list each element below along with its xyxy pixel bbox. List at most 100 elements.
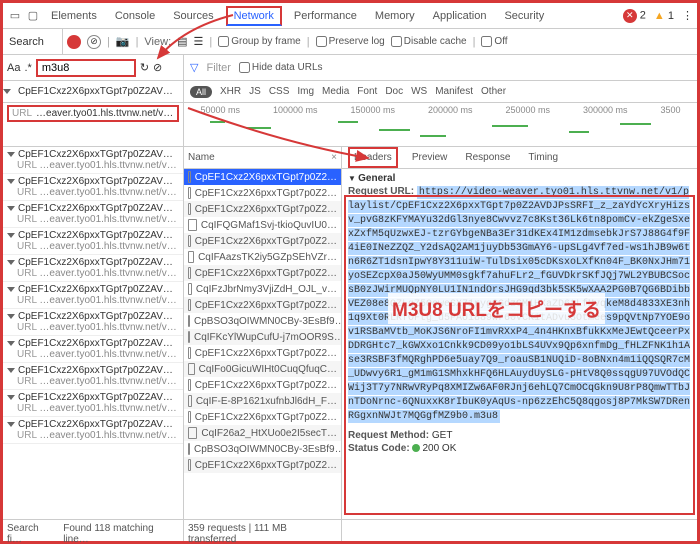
- tab-application[interactable]: Application: [425, 6, 495, 26]
- waterfall-row: URL…eaver.tyo01.hls.ttvnw.net/v… 50000 m…: [3, 103, 697, 147]
- request-row[interactable]: CpEF1Cxz2X6pxxTGpt7p0Z2…: [184, 265, 341, 281]
- search-result-item[interactable]: CpEF1Cxz2X6pxxTGpt7p0Z2AVDJP……eaver.tyo0…: [3, 309, 183, 336]
- request-row[interactable]: CpEF1Cxz2X6pxxTGpt7p0Z2…: [184, 201, 341, 217]
- filter-doc[interactable]: Doc: [385, 86, 403, 98]
- close-panel-icon[interactable]: ×: [331, 152, 337, 163]
- detail-tab-headers[interactable]: Headers: [348, 147, 398, 168]
- tab-console[interactable]: Console: [107, 6, 163, 26]
- clear-search-icon[interactable]: ⊘: [153, 61, 162, 74]
- request-row[interactable]: CqIF-E-8P1621xufnbJl6dH_F…: [184, 393, 341, 409]
- clear-button[interactable]: ⊘: [87, 35, 101, 49]
- camera-icon[interactable]: 📷: [116, 35, 130, 48]
- search-result-title[interactable]: CpEF1Cxz2X6pxxTGpt7p0Z2AVDJP…: [14, 86, 183, 97]
- request-row[interactable]: CpEF1Cxz2X6pxxTGpt7p0Z2…: [184, 297, 341, 313]
- search-results-panel: CpEF1Cxz2X6pxxTGpt7p0Z2AVDJP……eaver.tyo0…: [3, 147, 184, 519]
- search-result-item[interactable]: CpEF1Cxz2X6pxxTGpt7p0Z2AVDJP……eaver.tyo0…: [3, 174, 183, 201]
- detail-tab-preview[interactable]: Preview: [408, 149, 452, 166]
- more-icon[interactable]: ⋮: [682, 9, 693, 22]
- file-icon: [188, 347, 191, 359]
- search-result-item[interactable]: CpEF1Cxz2X6pxxTGpt7p0Z2AVDJP……eaver.tyo0…: [3, 390, 183, 417]
- filter-xhr[interactable]: XHR: [220, 86, 241, 98]
- request-row[interactable]: CqIFo0GicuWIHt0CuqQfuqC…: [184, 361, 341, 377]
- request-row[interactable]: CqIFAazsTK2iy5GZpSEhVZr…: [184, 249, 341, 265]
- tab-sources[interactable]: Sources: [165, 6, 221, 26]
- filter-input[interactable]: Filter: [206, 62, 230, 74]
- group-by-frame-checkbox[interactable]: Group by frame: [218, 36, 300, 47]
- request-row[interactable]: CqIFzJbrNmy3VjiZdH_OJL_v…: [184, 281, 341, 297]
- filter-media[interactable]: Media: [322, 86, 349, 98]
- inspect-icon[interactable]: ▭: [7, 8, 23, 24]
- search-result-item[interactable]: CpEF1Cxz2X6pxxTGpt7p0Z2AVDJP……eaver.tyo0…: [3, 417, 183, 444]
- preserve-log-checkbox[interactable]: Preserve log: [316, 36, 385, 47]
- match-case[interactable]: Aa: [7, 62, 20, 74]
- details-panel: Headers Preview Response Timing General …: [342, 147, 697, 519]
- request-row[interactable]: CqIF26a2_HtXUo0e2I5secT…: [184, 425, 341, 441]
- error-badge[interactable]: ✕ 2: [623, 9, 646, 23]
- request-method-value: GET: [432, 430, 453, 441]
- status-requests: 359 requests: [188, 523, 246, 534]
- file-icon: [188, 395, 192, 407]
- filter-img[interactable]: Img: [297, 86, 314, 98]
- request-row[interactable]: CpEF1Cxz2X6pxxTGpt7p0Z2…: [184, 233, 341, 249]
- filter-manifest[interactable]: Manifest: [435, 86, 473, 98]
- tab-network[interactable]: Network: [226, 6, 282, 26]
- request-row[interactable]: CpBSO3qOIWMN0CBy-3EsBf9…: [184, 441, 341, 457]
- tab-memory[interactable]: Memory: [367, 6, 423, 26]
- status-code-label: Status Code:: [348, 443, 410, 454]
- search-result-item[interactable]: CpEF1Cxz2X6pxxTGpt7p0Z2AVDJP……eaver.tyo0…: [3, 363, 183, 390]
- filter-font[interactable]: Font: [357, 86, 377, 98]
- warning-badge[interactable]: ▲ 1: [654, 10, 674, 22]
- view-small-icon[interactable]: ☰: [194, 35, 204, 48]
- filter-other[interactable]: Other: [481, 86, 506, 98]
- request-row[interactable]: CpBSO3qOIWMN0CBy-3EsBf9…: [184, 313, 341, 329]
- hide-data-urls[interactable]: Hide data URLs: [239, 62, 323, 73]
- filter-icon[interactable]: ▽: [190, 61, 198, 74]
- refresh-icon[interactable]: ↻: [140, 61, 149, 74]
- device-icon[interactable]: ▢: [25, 8, 41, 24]
- search-result-item[interactable]: CpEF1Cxz2X6pxxTGpt7p0Z2AVDJP……eaver.tyo0…: [3, 282, 183, 309]
- detail-tab-timing[interactable]: Timing: [524, 149, 562, 166]
- tab-performance[interactable]: Performance: [286, 6, 365, 26]
- filter-all[interactable]: All: [190, 86, 212, 98]
- waterfall-overview[interactable]: 50000 ms100000 ms150000 ms200000 ms25000…: [184, 103, 697, 146]
- search-result-item[interactable]: CpEF1Cxz2X6pxxTGpt7p0Z2AVDJP……eaver.tyo0…: [3, 147, 183, 174]
- file-icon: [188, 171, 191, 183]
- status-search: Search fi…: [7, 523, 55, 538]
- file-icon: [188, 331, 190, 343]
- search-result-item[interactable]: CpEF1Cxz2X6pxxTGpt7p0Z2AVDJP……eaver.tyo0…: [3, 255, 183, 282]
- request-row[interactable]: CqIFQGMaf1Svj-tkioQuvIU0…: [184, 217, 341, 233]
- request-row[interactable]: CpEF1Cxz2X6pxxTGpt7p0Z2…: [184, 345, 341, 361]
- search-input[interactable]: [36, 59, 136, 77]
- offline-checkbox[interactable]: Off: [481, 36, 507, 47]
- search-result-item[interactable]: CpEF1Cxz2X6pxxTGpt7p0Z2AVDJP……eaver.tyo0…: [3, 201, 183, 228]
- record-button[interactable]: [67, 35, 81, 49]
- request-row[interactable]: CpEF1Cxz2X6pxxTGpt7p0Z2…: [184, 377, 341, 393]
- disable-cache-checkbox[interactable]: Disable cache: [391, 36, 467, 47]
- filter-css[interactable]: CSS: [269, 86, 290, 98]
- filter-js[interactable]: JS: [249, 86, 261, 98]
- request-row[interactable]: CpEF1Cxz2X6pxxTGpt7p0Z2…: [184, 185, 341, 201]
- tab-elements[interactable]: Elements: [43, 6, 105, 26]
- view-large-icon[interactable]: ▤: [177, 35, 187, 48]
- request-row[interactable]: CpEF1Cxz2X6pxxTGpt7p0Z2…: [184, 409, 341, 425]
- filter-ws[interactable]: WS: [411, 86, 427, 98]
- search-result-item[interactable]: CpEF1Cxz2X6pxxTGpt7p0Z2AVDJP……eaver.tyo0…: [3, 228, 183, 255]
- request-row[interactable]: CpEF1Cxz2X6pxxTGpt7p0Z2…: [184, 169, 341, 185]
- tab-security[interactable]: Security: [496, 6, 552, 26]
- general-section[interactable]: General: [348, 173, 691, 184]
- regex-toggle[interactable]: .*: [24, 62, 31, 74]
- request-url-value[interactable]: https://video-weaver.tyo01.hls.ttvnw.net…: [348, 186, 690, 423]
- search-result-url-highlight[interactable]: URL…eaver.tyo01.hls.ttvnw.net/v…: [7, 105, 179, 122]
- file-icon: [188, 299, 191, 311]
- request-row[interactable]: CpEF1Cxz2X6pxxTGpt7p0Z2…: [184, 457, 341, 473]
- detail-tab-response[interactable]: Response: [461, 149, 514, 166]
- third-toolbar: Aa .* ↻ ⊘ ▽ Filter Hide data URLs: [3, 55, 697, 81]
- request-row[interactable]: CqIFKcYlWupCufU-j7mOOR9S…: [184, 329, 341, 345]
- search-result-item[interactable]: CpEF1Cxz2X6pxxTGpt7p0Z2AVDJP……eaver.tyo0…: [3, 336, 183, 363]
- devtools-toolbar: ▭ ▢ Elements Console Sources Network Per…: [3, 3, 697, 29]
- file-icon: [188, 443, 190, 455]
- file-icon: [188, 267, 191, 279]
- name-column-header[interactable]: Name: [188, 152, 215, 163]
- view-label: View:: [144, 36, 171, 48]
- file-icon: [188, 459, 191, 471]
